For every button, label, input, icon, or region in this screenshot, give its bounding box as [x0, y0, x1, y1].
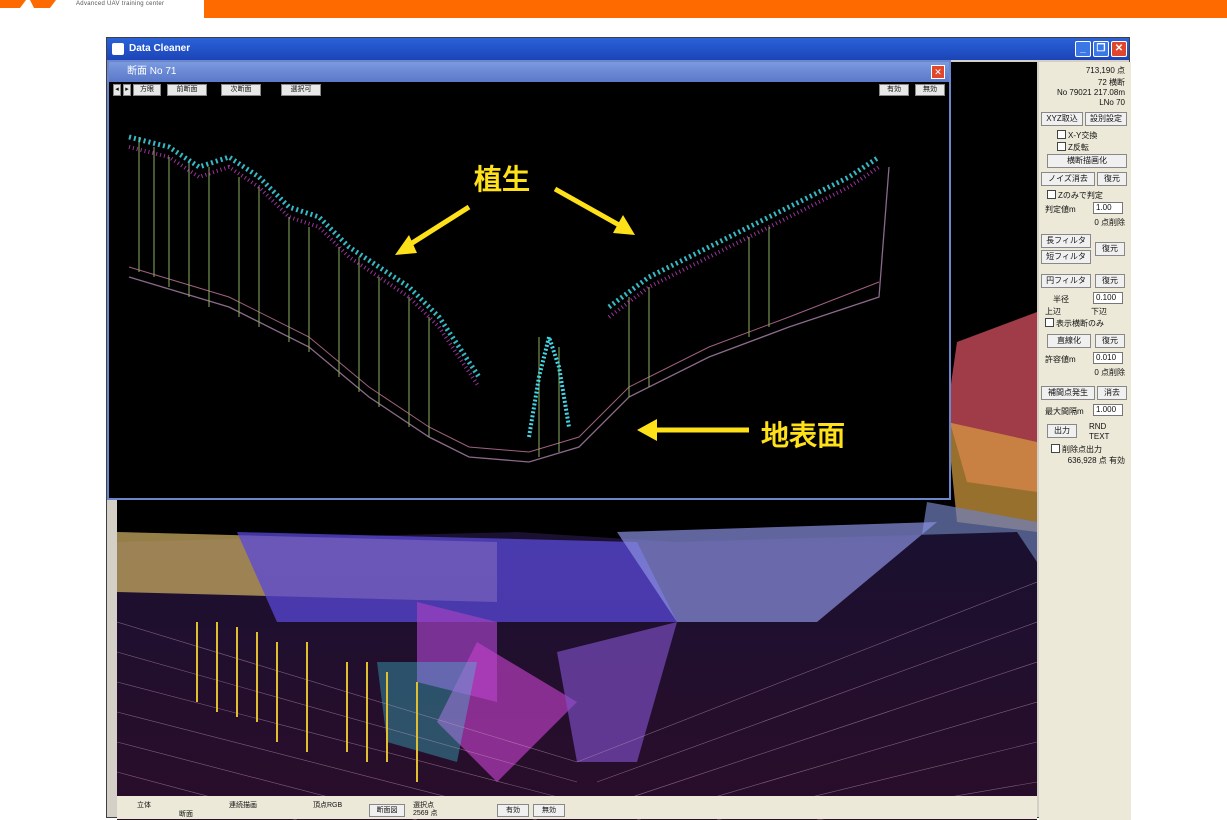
cross-section-title: 断面 No 71: [127, 66, 177, 77]
close-button[interactable]: ✕: [1111, 41, 1127, 57]
restore-button-1[interactable]: 復元: [1097, 172, 1127, 186]
next-section-button[interactable]: 次断面: [221, 84, 261, 96]
grid-button[interactable]: 方眼: [133, 84, 161, 96]
app-icon: [112, 43, 124, 55]
control-panel: 713,190 点 72 横断 No 79021 217.08m LNo 70 …: [1039, 62, 1131, 820]
prev-section-button[interactable]: 前断面: [167, 84, 207, 96]
rnd-radio[interactable]: RND: [1089, 422, 1106, 431]
cross-section-button[interactable]: 横断描画化: [1047, 154, 1127, 168]
output-button[interactable]: 出力: [1047, 424, 1077, 438]
restore-button-4[interactable]: 復元: [1095, 334, 1125, 348]
section-count: 72 横断: [1097, 78, 1125, 87]
vertex-rgb-checkbox[interactable]: 頂点RGB: [313, 800, 342, 810]
vegetation-label: 植生: [474, 163, 531, 196]
accent-bar: [204, 0, 1227, 18]
logo-block: Advanced UAV training center: [0, 0, 204, 18]
valid-button[interactable]: 有効: [497, 804, 529, 817]
threshold-label: 判定値m: [1045, 205, 1076, 214]
title-bar: Data Cleaner _ ❐ ✕: [107, 38, 1129, 60]
delete-output-checkbox[interactable]: 削除点出力: [1051, 444, 1102, 455]
minimize-button[interactable]: _: [1075, 41, 1091, 57]
restore-button-2[interactable]: 復元: [1095, 242, 1125, 256]
cross-section-close-button[interactable]: ✕: [931, 65, 945, 79]
upper-radio[interactable]: 上辺: [1045, 306, 1061, 317]
circle-filter-button[interactable]: 円フィルタ: [1041, 274, 1091, 288]
tagline: Advanced UAV training center: [76, 1, 165, 7]
erase-button[interactable]: 消去: [1097, 386, 1127, 400]
tolerance-label: 許容値m: [1045, 355, 1076, 364]
display-only-checkbox[interactable]: 表示横断のみ: [1045, 318, 1104, 329]
bottom-toolbar: 立体 断面 連続描画 頂点RGB 断面図 選択点 2569 点 有効 無効: [117, 796, 1037, 819]
xyz-import-button[interactable]: XYZ取込: [1041, 112, 1083, 126]
cross-section-window: 断面 No 71 ✕ ◂ ▸ 方眼 前断面 次断面 選択可 有効 無効 植生 地…: [107, 60, 951, 500]
select-enable-button[interactable]: 選択可: [281, 84, 321, 96]
sub-valid-button[interactable]: 有効: [879, 84, 909, 96]
text-radio[interactable]: TEXT: [1089, 432, 1109, 441]
invalid-button[interactable]: 無効: [533, 804, 565, 817]
invert-z-checkbox[interactable]: Z反転: [1057, 142, 1089, 153]
max-interval-input[interactable]: 1.000: [1093, 404, 1123, 416]
noise-remove-button[interactable]: ノイズ消去: [1041, 172, 1095, 186]
sub-invalid-button[interactable]: 無効: [915, 84, 945, 96]
threshold-input[interactable]: 1.00: [1093, 202, 1123, 214]
lower-radio[interactable]: 下辺: [1091, 306, 1107, 317]
restore-button[interactable]: ❐: [1093, 41, 1109, 57]
radius-label: 半径: [1053, 295, 1069, 304]
swap-xy-checkbox[interactable]: X-Y交換: [1057, 130, 1097, 141]
valid-count: 636,928 点 有効: [1067, 456, 1125, 465]
interpolate-button[interactable]: 補間点発生: [1041, 386, 1095, 400]
total-points: 713,190 点: [1085, 66, 1125, 75]
window-title: Data Cleaner: [129, 43, 191, 54]
linearize-button[interactable]: 直線化: [1047, 334, 1091, 348]
nav-right-button[interactable]: ▸: [123, 84, 131, 96]
cross-section-toolbar: ◂ ▸ 方眼 前断面 次断面 選択可 有効 無効: [109, 82, 949, 97]
long-filter-button[interactable]: 長フィルタ: [1041, 234, 1091, 248]
continuous-draw-checkbox[interactable]: 連続描画: [229, 800, 257, 810]
logo-mark-icon: [0, 0, 56, 8]
3d-checkbox[interactable]: 立体: [137, 800, 151, 810]
section-info: No 79021 217.08m: [1056, 88, 1125, 97]
tolerance-input[interactable]: 0.010: [1093, 352, 1123, 364]
max-interval-label: 最大間隔m: [1045, 407, 1084, 416]
selected-count: 2569 点: [413, 810, 438, 817]
nav-left-button[interactable]: ◂: [113, 84, 121, 96]
restore-button-3[interactable]: 復元: [1095, 274, 1125, 288]
deleted-count-2: 0 点削除: [1094, 368, 1125, 377]
deleted-count-1: 0 点削除: [1094, 218, 1125, 227]
radius-input[interactable]: 0.100: [1093, 292, 1123, 304]
cross-section-title-bar: 断面 No 71 ✕: [109, 62, 949, 82]
ground-surface-label: 地表面: [761, 419, 846, 452]
line-number: LNo 70: [1099, 98, 1125, 107]
settings-button[interactable]: 設別設定: [1085, 112, 1127, 126]
z-only-checkbox[interactable]: Zのみで判定: [1047, 190, 1103, 201]
short-filter-button[interactable]: 短フィルタ: [1041, 250, 1091, 264]
section-view-button[interactable]: 断面図: [369, 804, 405, 817]
